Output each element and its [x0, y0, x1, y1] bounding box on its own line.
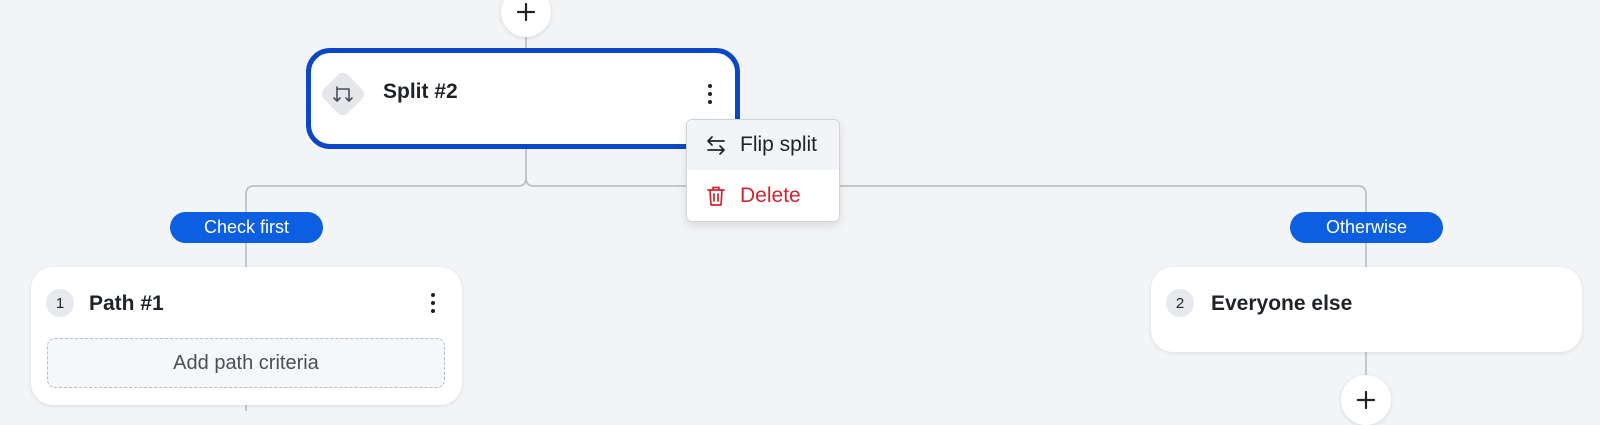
more-vertical-icon[interactable] — [698, 79, 722, 109]
menu-item-flip-split[interactable]: Flip split — [687, 120, 839, 170]
plus-icon — [516, 2, 536, 22]
add-path-criteria-button[interactable]: Add path criteria — [47, 338, 445, 388]
path-card-2[interactable]: 2 Everyone else — [1151, 267, 1582, 352]
trash-icon — [704, 184, 728, 208]
menu-item-label: Flip split — [740, 133, 818, 156]
branch-label-otherwise: Otherwise — [1290, 212, 1443, 243]
more-vertical-icon[interactable] — [421, 288, 445, 318]
menu-item-delete[interactable]: Delete — [687, 171, 839, 221]
swap-arrows-icon — [704, 133, 728, 157]
path-title: Path #1 — [89, 292, 164, 315]
path-title: Everyone else — [1211, 292, 1353, 315]
split-options-menu: Flip split Delete — [686, 119, 840, 222]
menu-item-label: Delete — [740, 184, 801, 207]
path-number-badge: 2 — [1166, 289, 1194, 317]
path-number-badge: 1 — [46, 289, 74, 317]
split-icon — [318, 69, 368, 119]
branch-label-check-first: Check first — [170, 212, 323, 243]
split-node-title: Split #2 — [383, 80, 458, 103]
path-card-1[interactable]: 1 Path #1 Add path criteria — [31, 267, 462, 405]
plus-icon — [1356, 390, 1376, 410]
split-node-card[interactable]: Split #2 — [306, 48, 740, 149]
add-step-button-bottom[interactable] — [1341, 375, 1391, 425]
